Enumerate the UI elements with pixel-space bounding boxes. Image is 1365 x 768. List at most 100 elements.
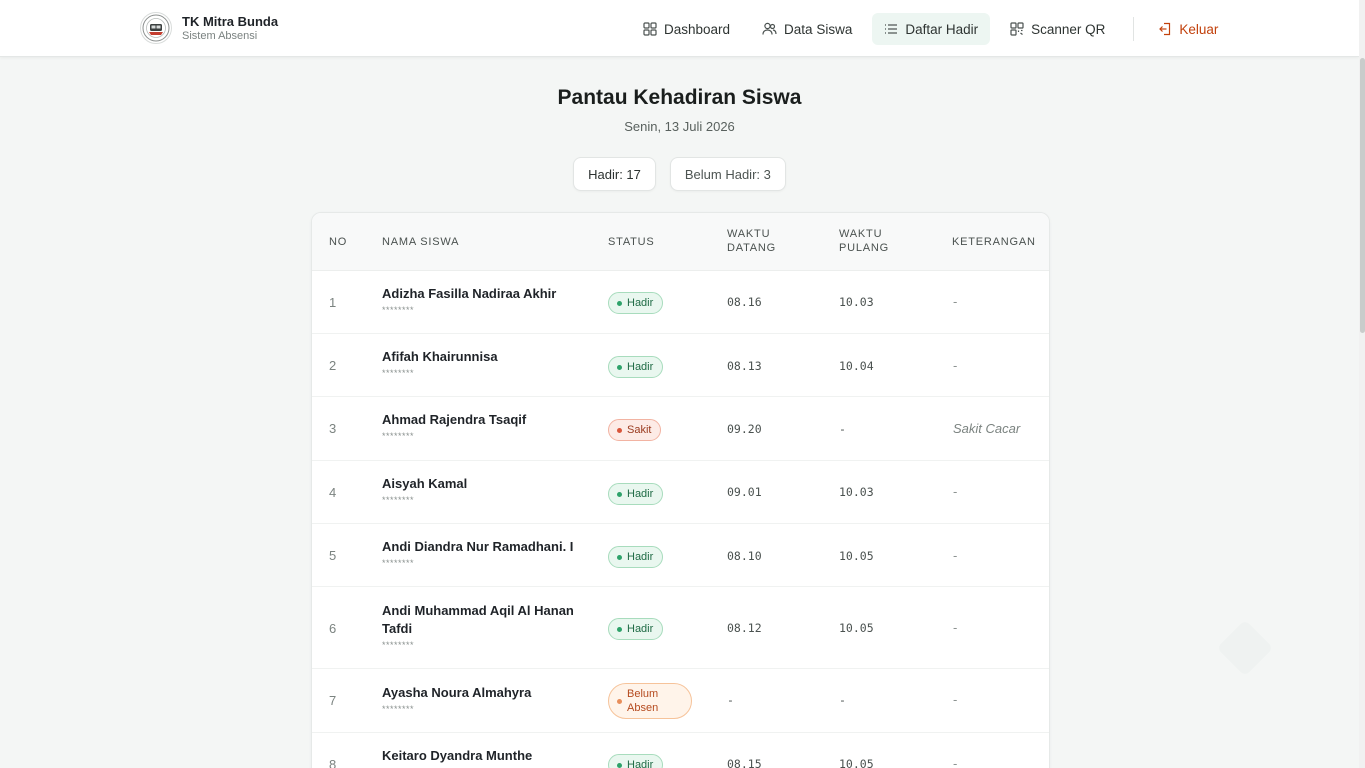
logout-icon [1159, 22, 1171, 36]
table-row: 1 Adizha Fasilla Nadiraa Akhir ******** … [312, 271, 1049, 334]
status-dot [617, 427, 622, 433]
nav-scanner-qr-label: Scanner QR [1031, 21, 1106, 37]
departure-time: - [839, 422, 846, 436]
brand-title: TK Mitra Bunda [182, 13, 279, 29]
header-waktu-datang-line1: WAKTU [727, 228, 771, 240]
nav-data-siswa[interactable]: Data Siswa [750, 13, 864, 45]
departure-time: 10.03 [839, 295, 874, 309]
attendance-stats: Hadir: 17 Belum Hadir: 3 [0, 157, 1359, 191]
status-badge: Hadir [608, 356, 664, 378]
table-row: 6 Andi Muhammad Aqil Al Hanan Tafdi ****… [312, 587, 1049, 669]
arrival-time: - [727, 693, 734, 707]
student-name-text: Ahmad Rajendra Tsaqif [382, 412, 527, 427]
arrival-time: 08.13 [727, 359, 762, 373]
arrival-time: 09.20 [727, 422, 762, 436]
student-name-text: Ayasha Noura Almahyra [382, 685, 532, 700]
student-id-masked: ******** [382, 558, 415, 568]
arrival-time: 09.01 [727, 485, 762, 499]
status-dot [617, 491, 622, 497]
arrival-time: 08.12 [727, 621, 762, 635]
note: - [953, 484, 958, 499]
page-title: Pantau Kehadiran Siswa [557, 86, 802, 109]
page-date: Senin, 13 Juli 2026 [624, 119, 735, 134]
status-badge: Hadir [608, 754, 664, 768]
header-nama: NAMA SISWA [382, 236, 460, 248]
arrival-time: 08.16 [727, 295, 762, 309]
note: - [953, 358, 958, 373]
row-no: 3 [329, 421, 337, 436]
row-no: 7 [329, 693, 337, 708]
status-badge: Hadir [608, 292, 664, 314]
arrival-time: 08.15 [727, 757, 762, 768]
header-waktu-datang-line2: DATANG [727, 242, 777, 254]
stat-belum-hadir: Belum Hadir: 3 [669, 157, 786, 191]
brand[interactable]: TK Mitra Bunda Sistem Absensi [140, 12, 278, 44]
nav-dashboard[interactable]: Dashboard [631, 13, 742, 45]
status-label: Hadir [627, 623, 654, 635]
logout-button[interactable]: Keluar [1146, 13, 1230, 45]
header-waktu-pulang: WAKTU PULANG [839, 227, 889, 255]
student-id-masked: ******** [382, 495, 415, 505]
status-badge: Hadir [608, 483, 664, 505]
status-dot [617, 762, 622, 768]
nav-scanner-qr[interactable]: Scanner QR [998, 13, 1117, 45]
row-no: 8 [329, 757, 337, 768]
row-no: 4 [329, 485, 337, 500]
table-row: 2 Afifah Khairunnisa ******** Hadir 08.1… [312, 334, 1049, 397]
status-badge: Sakit [608, 419, 662, 441]
departure-time: - [839, 693, 846, 707]
departure-time: 10.05 [839, 549, 874, 563]
status-dot [617, 554, 622, 560]
table-row: 4 Aisyah Kamal ******** Hadir 09.01 10.0… [312, 461, 1049, 524]
logout-label: Keluar [1179, 21, 1219, 37]
student-name-text-line1: Andi Muhammad Aqil Al Hanan [382, 603, 574, 618]
student-name: Ahmad Rajendra Tsaqif ******** [382, 411, 582, 441]
status-label: Hadir [627, 297, 654, 309]
status-label-line2: Absen [627, 702, 659, 714]
student-id-masked: ******** [382, 368, 415, 378]
status-label-line1: Belum [627, 688, 659, 700]
note: Sakit Cacar [953, 421, 1021, 436]
student-name-text: Afifah Khairunnisa [382, 349, 498, 364]
header-waktu-datang: WAKTU DATANG [727, 227, 776, 255]
arrival-time: 08.10 [727, 549, 762, 563]
header-waktu-pulang-line1: WAKTU [839, 228, 883, 240]
student-id-masked: ******** [382, 305, 415, 315]
departure-time: 10.05 [839, 757, 874, 768]
student-id-masked: ******** [382, 431, 415, 441]
brand-subtitle: Sistem Absensi [182, 29, 258, 42]
student-name-text-line2: Tafdi [382, 621, 413, 636]
status-badge: Hadir [608, 546, 664, 568]
note: - [953, 620, 958, 635]
status-label: Hadir [627, 488, 654, 500]
student-name: Andi Diandra Nur Ramadhani. I ******** [382, 538, 582, 568]
student-name-text: Andi Diandra Nur Ramadhani. I [382, 539, 574, 554]
note: - [953, 294, 958, 309]
note: - [953, 756, 958, 768]
status-label: Sakit [627, 424, 652, 436]
student-name: Keitaro Dyandra Munthe ******** [382, 747, 582, 768]
status-dot [617, 698, 622, 704]
nav-divider [1133, 17, 1135, 41]
header-waktu-pulang-line2: PULANG [839, 242, 890, 254]
status-label: Hadir [627, 551, 654, 563]
status-label: Hadir [627, 759, 654, 768]
table-row: 8 Keitaro Dyandra Munthe ******** Hadir … [312, 733, 1049, 768]
nav-daftar-hadir[interactable]: Daftar Hadir [872, 13, 991, 45]
table-header: NO NAMA SISWA STATUS WAKTU DATANG WAKTU … [312, 213, 1049, 271]
attendance-table: NO NAMA SISWA STATUS WAKTU DATANG WAKTU … [311, 212, 1050, 768]
page-scrollbar[interactable] [1359, 0, 1365, 768]
list-icon [885, 24, 898, 34]
note: - [953, 692, 958, 707]
student-id-masked: ******** [382, 704, 415, 714]
header-keterangan: KETERANGAN [952, 236, 1036, 248]
scrollbar-thumb[interactable] [1360, 58, 1365, 333]
header-no: NO [329, 236, 348, 248]
student-name-text: Keitaro Dyandra Munthe [382, 748, 533, 763]
row-no: 6 [329, 621, 337, 636]
student-name: Aisyah Kamal ******** [382, 475, 582, 505]
status-badge: Hadir [608, 618, 664, 640]
table-row: 3 Ahmad Rajendra Tsaqif ******** Sakit 0… [312, 397, 1049, 461]
student-name: Afifah Khairunnisa ******** [382, 348, 582, 378]
status-dot [617, 364, 622, 370]
